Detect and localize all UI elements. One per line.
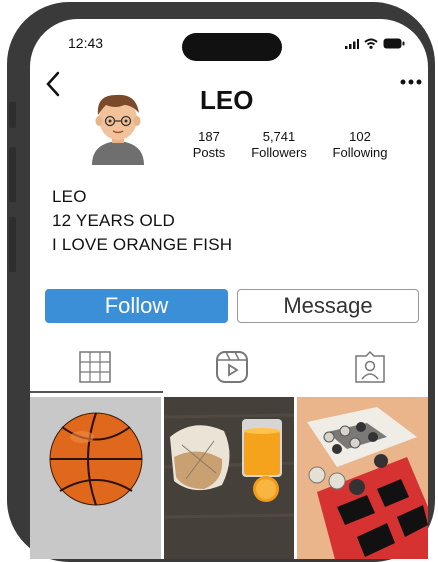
tagged-icon — [355, 350, 385, 383]
more-icon[interactable] — [400, 69, 422, 90]
stat-following[interactable]: 102 Following — [320, 129, 400, 161]
wifi-icon — [364, 38, 378, 49]
stat-followers[interactable]: 5,741 Followers — [238, 129, 320, 161]
post-thumbnail-checkers[interactable] — [297, 397, 428, 559]
stat-value: 187 — [198, 129, 220, 144]
volume-up-button — [9, 147, 16, 202]
chevron-left-icon[interactable] — [45, 71, 61, 102]
reels-icon — [216, 351, 248, 383]
message-button[interactable]: Message — [237, 289, 419, 323]
profile-stats: 187 Posts 5,741 Followers 102 Following — [180, 129, 400, 161]
stat-label: Following — [332, 145, 388, 160]
profile-bio: LEO 12 YEARS OLD I LOVE ORANGE FISH — [52, 185, 232, 257]
side-button — [9, 102, 16, 128]
battery-icon — [383, 38, 405, 49]
signal-icon — [345, 38, 359, 49]
phone-frame: 12:43 LEO 187 Posts 5,741 Followers 102 … — [7, 2, 435, 562]
post-thumbnail-basketball[interactable] — [30, 397, 161, 559]
volume-down-button — [9, 217, 16, 272]
post-thumbnail-food[interactable] — [163, 397, 295, 559]
posts-grid — [30, 397, 428, 559]
tab-grid[interactable] — [75, 349, 115, 385]
tab-reels[interactable] — [212, 349, 252, 385]
profile-tabs — [30, 341, 428, 393]
stat-posts[interactable]: 187 Posts — [180, 129, 238, 161]
bio-line: 12 YEARS OLD — [52, 211, 176, 230]
stat-label: Followers — [251, 145, 307, 160]
dynamic-island — [182, 33, 282, 61]
active-tab-indicator — [30, 391, 163, 393]
stat-label: Posts — [192, 145, 226, 160]
status-bar: 12:43 — [30, 33, 428, 61]
grid-icon — [79, 351, 111, 383]
tab-tagged[interactable] — [350, 349, 390, 385]
follow-button[interactable]: Follow — [45, 289, 228, 323]
stat-value: 102 — [349, 129, 371, 144]
profile-username: LEO — [200, 85, 254, 115]
stat-value: 5,741 — [262, 129, 296, 144]
status-time: 12:43 — [68, 35, 104, 51]
status-icons — [345, 38, 405, 49]
avatar — [86, 85, 150, 165]
bio-line: LEO — [52, 187, 87, 206]
screen: 12:43 LEO 187 Posts 5,741 Followers 102 … — [30, 19, 428, 559]
bio-line: I LOVE ORANGE FISH — [52, 235, 233, 254]
